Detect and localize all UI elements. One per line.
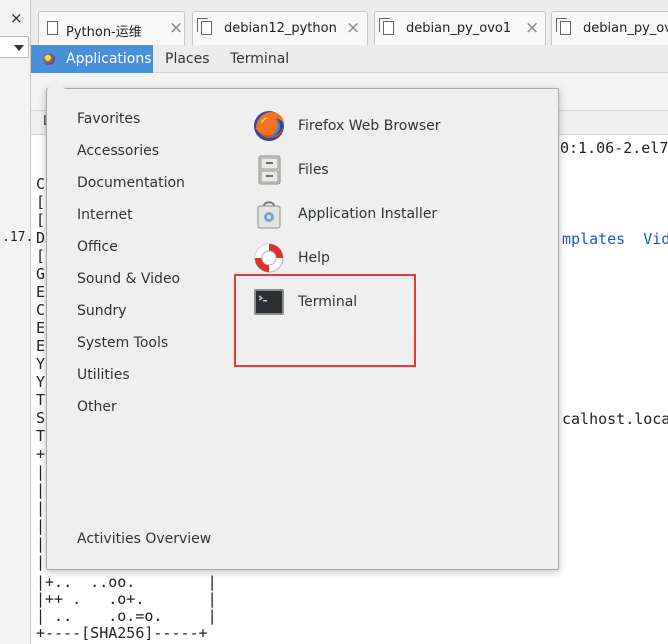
app-application-installer[interactable]: Application Installer [252, 197, 482, 233]
category-favorites[interactable]: Favorites [77, 111, 140, 127]
chevron-down-icon [14, 45, 24, 51]
ssh-key-randomart: |+.. ..oo. | |++ . .o+. | | .. .o.=o. | … [36, 573, 217, 642]
category-sound-video[interactable]: Sound & Video [77, 271, 180, 287]
terminal-menu-button[interactable]: Terminal [230, 45, 289, 73]
left-sidebar: × .17. [0, 0, 34, 644]
close-icon[interactable]: × [346, 18, 360, 38]
session-tab-bar: Python-运维 × debian12_python × debian_py_… [31, 0, 668, 45]
software-icon [257, 201, 281, 229]
menu-pointer-arrow [47, 80, 65, 89]
tab-label: debian_py_ovo3 [583, 21, 668, 36]
app-help[interactable]: Help [252, 241, 482, 277]
category-office[interactable]: Office [77, 239, 118, 255]
tab-label: debian12_python [224, 21, 337, 36]
category-sundry[interactable]: Sundry [77, 303, 127, 319]
activities-overview-link[interactable]: Activities Overview [77, 531, 211, 547]
tab-label: debian_py_ovo1 [406, 21, 512, 36]
category-utilities[interactable]: Utilities [77, 367, 130, 383]
document-icon [47, 21, 58, 35]
app-label: Help [298, 250, 330, 266]
app-label: Application Installer [298, 206, 438, 222]
tab-python-ops[interactable]: Python-运维 × [38, 11, 185, 45]
category-internet[interactable]: Internet [77, 207, 133, 223]
gnome-foot-icon [43, 53, 55, 65]
app-label: Firefox Web Browser [298, 118, 441, 134]
close-icon[interactable]: × [525, 18, 539, 38]
applications-menu-button[interactable]: Applications [31, 45, 153, 73]
category-other[interactable]: Other [77, 399, 117, 415]
app-firefox[interactable]: Firefox Web Browser [252, 109, 482, 145]
terminal-output-hostname: calhost.local [562, 410, 668, 428]
tab-debian-py-ovo1[interactable]: debian_py_ovo1 × [374, 11, 546, 45]
sidebar-text-fragment: .17. [2, 230, 34, 245]
category-documentation[interactable]: Documentation [77, 175, 185, 191]
close-icon[interactable]: × [169, 18, 183, 38]
category-system-tools[interactable]: System Tools [77, 335, 168, 351]
places-menu-button[interactable]: Places [165, 45, 210, 73]
terminal-output-directories: mplates Vide [562, 230, 668, 248]
highlight-annotation [234, 274, 416, 367]
help-icon [254, 243, 284, 273]
terminal-output-package: 0:1.06-2.el7 [560, 139, 668, 157]
app-files[interactable]: Files [252, 153, 482, 189]
files-icon [258, 155, 281, 185]
firefox-icon [254, 111, 284, 141]
applications-label: Applications [66, 51, 152, 67]
category-accessories[interactable]: Accessories [77, 143, 159, 159]
tab-debian-py-ovo3[interactable]: debian_py_ovo3 [551, 11, 668, 45]
sidebar-dropdown[interactable] [0, 36, 29, 58]
tab-label: Python-运维 [66, 25, 142, 40]
app-label: Files [298, 162, 329, 178]
duplicate-icon [379, 18, 394, 35]
top-panel: Applications Places Terminal [31, 45, 668, 73]
close-icon[interactable]: × [10, 9, 23, 27]
duplicate-icon [197, 18, 212, 35]
duplicate-icon [556, 18, 571, 35]
tab-debian12-python[interactable]: debian12_python × [192, 11, 368, 45]
